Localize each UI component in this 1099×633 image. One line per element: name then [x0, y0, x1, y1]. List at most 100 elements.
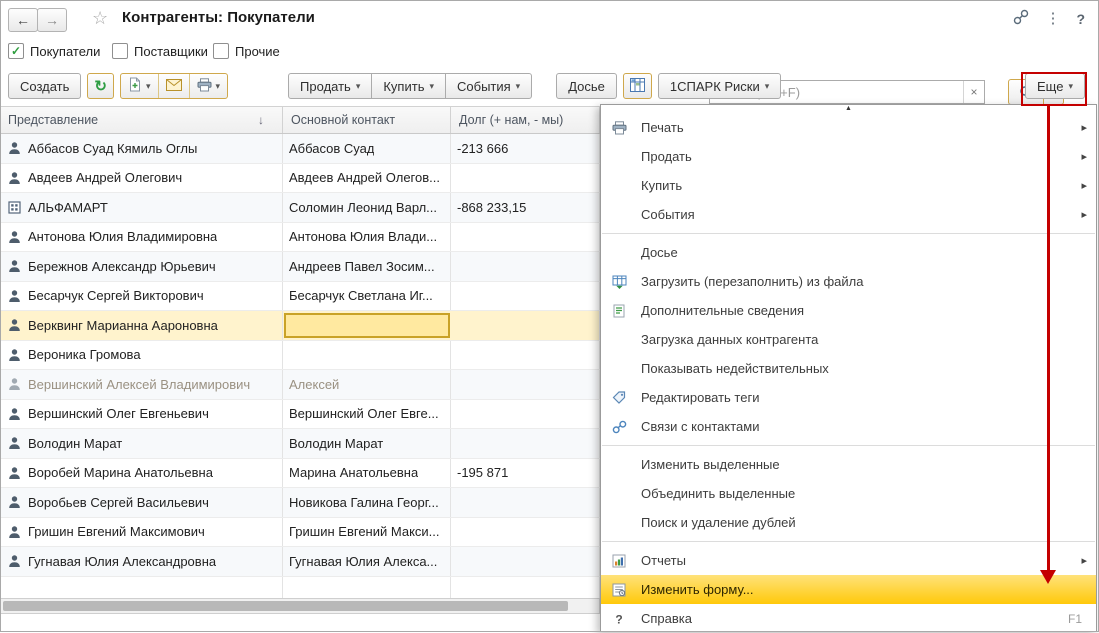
row-contact: Гришин Евгений Макси... — [289, 524, 440, 539]
mail-button[interactable] — [159, 74, 190, 98]
row-contact-cell: Антонова Юлия Влади... — [283, 223, 451, 252]
menu-item-label: Редактировать теги — [641, 390, 759, 405]
filter-checkbox-others[interactable]: ✓ Прочие — [213, 43, 280, 59]
row-name: Бережнов Александр Юрьевич — [28, 259, 216, 274]
table-row[interactable]: Вершинский Алексей Владимирович Алексей — [0, 370, 600, 400]
refresh-button[interactable]: ↻ — [87, 73, 114, 99]
menu-item-show-invalid[interactable]: Показывать недействительных — [601, 354, 1096, 383]
sell-button[interactable]: Продать▾ — [288, 73, 372, 99]
horizontal-scrollbar[interactable] — [0, 598, 600, 614]
menu-item-label: Отчеты — [641, 553, 686, 568]
row-debt — [451, 488, 600, 517]
menu-item-label: Дополнительные сведения — [641, 303, 804, 318]
row-contact: Антонова Юлия Влади... — [289, 229, 437, 244]
row-name: Володин Марат — [28, 436, 122, 451]
menu-item-sell[interactable]: Продать▸ — [601, 142, 1096, 171]
menu-item-label: Печать — [641, 120, 684, 135]
table-row[interactable]: Бесарчук Сергей ВикторовичБесарчук Светл… — [0, 282, 600, 312]
menu-item-contact-links[interactable]: Связи с контактами — [601, 412, 1096, 441]
menu-item-load-from-file[interactable]: Загрузить (перезаполнить) из файла — [601, 267, 1096, 296]
column-header-debt[interactable]: Долг (+ нам, - мы) — [451, 107, 600, 133]
row-name: Верквинг Марианна Аароновна — [28, 318, 218, 333]
table-row[interactable]: Вероника Громова — [0, 341, 600, 371]
spark-risks-button[interactable]: 1СПАРК Риски▾ — [658, 73, 781, 99]
row-name: Вершинский Олег Евгеньевич — [28, 406, 209, 421]
more-dots-icon[interactable]: ⋮ — [1045, 11, 1060, 27]
menu-item-load-counterparty-data[interactable]: Загрузка данных контрагента — [601, 325, 1096, 354]
person-icon — [8, 348, 21, 362]
table-row[interactable]: Гугнавая Юлия АлександровнаГугнавая Юлия… — [0, 547, 600, 577]
table-row[interactable]: Гришин Евгений МаксимовичГришин Евгений … — [0, 518, 600, 548]
horizontal-scrollbar-thumb[interactable] — [3, 601, 568, 611]
table-row[interactable]: Воробей Марина Анатольевна Марина Анатоль… — [0, 459, 600, 489]
checkbox-icon: ✓ — [112, 43, 128, 59]
column-header-name[interactable]: Представление ↓ — [0, 107, 283, 133]
menu-item-label: Загрузка данных контрагента — [641, 332, 818, 347]
buy-button[interactable]: Купить▾ — [371, 73, 446, 99]
table-row[interactable]: Аббасов Суад Кямиль ОглыАббасов Суад-213… — [0, 134, 600, 164]
row-debt — [451, 282, 600, 311]
menu-item-merge-selected[interactable]: Объединить выделенные — [601, 479, 1096, 508]
menu-item-dossier[interactable]: Досье — [601, 238, 1096, 267]
person-icon — [8, 495, 21, 509]
row-contact: Алексей — [289, 377, 339, 392]
menu-item-print[interactable]: Печать▸ — [601, 113, 1096, 142]
row-contact-cell: Володин Марат — [283, 429, 451, 458]
filter-checkbox-suppliers[interactable]: ✓ Поставщики — [112, 43, 208, 59]
table-row[interactable]: Володин Марат Володин Марат — [0, 429, 600, 459]
row-contact-cell: Марина Анатольевна — [283, 459, 451, 488]
help-icon[interactable]: ? — [1076, 11, 1085, 27]
dossier-button[interactable]: Досье — [556, 73, 617, 99]
menu-item-find-duplicates[interactable]: Поиск и удаление дублей — [601, 508, 1096, 537]
filter-checkbox-buyers[interactable]: ✓ Покупатели — [8, 43, 100, 59]
row-name: Вершинский Алексей Владимирович — [28, 377, 250, 392]
favorite-star-icon[interactable]: ☆ — [92, 8, 108, 29]
menu-item-label: Изменить выделенные — [641, 457, 780, 472]
forward-button[interactable]: → — [37, 8, 67, 32]
row-contact-cell — [283, 341, 451, 370]
row-debt — [451, 164, 600, 193]
link-icon[interactable] — [1013, 9, 1029, 28]
menu-item-buy[interactable]: Купить▸ — [601, 171, 1096, 200]
new-file-button[interactable]: ▾ — [121, 74, 159, 98]
table-row[interactable]: Верквинг Марианна Аароновна — [0, 311, 600, 341]
contact-edit-cell[interactable] — [284, 313, 450, 338]
menu-item-edit-tags[interactable]: Редактировать теги — [601, 383, 1096, 412]
row-contact: Андреев Павел Зосим... — [289, 259, 435, 274]
row-debt — [451, 400, 600, 429]
row-contact-cell: Вершинский Олег Евге... — [283, 400, 451, 429]
menu-item-additional-info[interactable]: Дополнительные сведения — [601, 296, 1096, 325]
menu-item-events[interactable]: События▸ — [601, 200, 1096, 229]
table-row[interactable]: Антонова Юлия ВладимировнаАнтонова Юлия … — [0, 223, 600, 253]
tag-icon — [612, 391, 626, 405]
table-row[interactable]: Вершинский Олег Евгеньевич Вершинский Оле… — [0, 400, 600, 430]
events-button[interactable]: События▾ — [445, 73, 532, 99]
print-button[interactable]: ▾ — [190, 74, 228, 98]
table-row[interactable]: Авдеев Андрей ОлеговичАвдеев Андрей Олег… — [0, 164, 600, 194]
row-debt — [451, 341, 600, 370]
create-button[interactable]: Создать — [8, 73, 81, 99]
menu-item-reports[interactable]: Отчеты▸ — [601, 546, 1096, 575]
menu-item-edit-selected[interactable]: Изменить выделенные — [601, 450, 1096, 479]
row-name: АЛЬФАМАРТ — [28, 200, 108, 215]
menu-separator — [601, 537, 1096, 546]
scroll-up-icon[interactable]: ▲ — [601, 105, 1096, 113]
back-button[interactable]: ← — [8, 8, 38, 32]
dropdown-arrow-icon: ▾ — [146, 81, 151, 92]
table-row[interactable]: Бережнов Александр Юрьевич Андреев Павел … — [0, 252, 600, 282]
table-row[interactable]: АЛЬФАМАРТСоломин Леонид Варл...-868 233,… — [0, 193, 600, 223]
menu-item-change-form[interactable]: Изменить форму... — [601, 575, 1096, 604]
refresh-icon: ↻ — [94, 79, 107, 94]
more-button[interactable]: Еще▾ — [1025, 73, 1085, 99]
row-contact-cell: Алексей — [283, 370, 451, 399]
menu-item-help[interactable]: ?СправкаF1 — [601, 604, 1096, 633]
filter-label: Поставщики — [134, 44, 208, 59]
table-row[interactable]: Воробьев Сергей ВасильевичНовикова Галин… — [0, 488, 600, 518]
row-name: Воробей Марина Анатольевна — [28, 465, 213, 480]
filter-label: Покупатели — [30, 44, 100, 59]
sort-desc-icon[interactable]: ↓ — [258, 113, 264, 127]
column-header-contact[interactable]: Основной контакт — [283, 107, 451, 133]
submenu-arrow-icon: ▸ — [1081, 179, 1087, 192]
spark-table-button[interactable] — [623, 73, 652, 99]
person-icon — [8, 171, 21, 185]
